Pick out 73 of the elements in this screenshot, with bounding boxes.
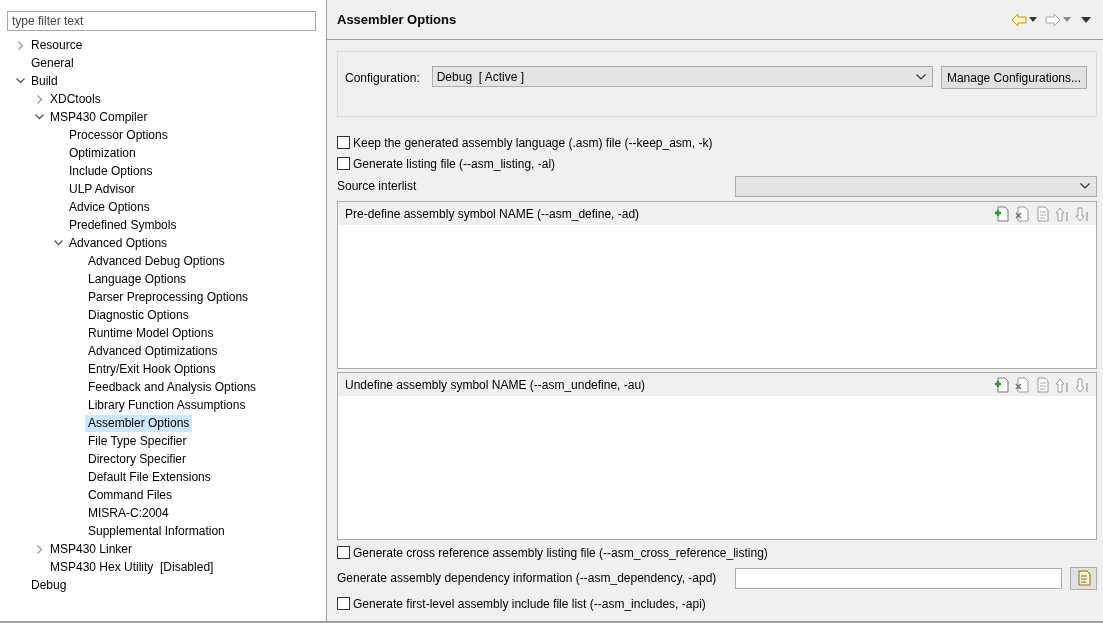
tree-item[interactable]: Parser Preprocessing Options <box>85 288 252 306</box>
tree-item[interactable]: Supplemental Information <box>85 522 228 540</box>
dropdown-triangle-icon[interactable] <box>1029 17 1037 22</box>
tree-item[interactable]: MSP430 Hex Utility [Disabled] <box>47 558 217 576</box>
tree-item[interactable]: Assembler Options <box>85 414 193 432</box>
document-icon <box>1075 570 1092 586</box>
checkbox-label: Generate listing file (--asm_listing, -al) <box>353 156 556 171</box>
dropdown-chevron-icon <box>915 73 926 80</box>
source-interlist-dropdown[interactable] <box>735 175 1097 197</box>
tree-item[interactable]: Build <box>28 72 61 90</box>
tree-item[interactable]: Predefined Symbols <box>66 216 180 234</box>
text-field[interactable] <box>735 567 1062 589</box>
checkbox[interactable] <box>337 546 350 559</box>
tree-item[interactable]: Advanced Debug Options <box>85 252 228 270</box>
tree-item[interactable]: Runtime Model Options <box>85 324 217 342</box>
tree-item[interactable]: Debug <box>28 576 70 594</box>
tree-item[interactable]: MSP430 Linker <box>47 540 136 558</box>
page-title: Assembler Options <box>337 12 458 27</box>
tree-item[interactable]: Directory Specifier <box>85 450 190 468</box>
checkbox[interactable] <box>337 597 350 610</box>
tree-item[interactable]: MSP430 Compiler <box>47 108 151 126</box>
tree-item[interactable]: Include Options <box>66 162 156 180</box>
tree-item[interactable]: Advanced Options <box>66 234 171 252</box>
add-item-icon[interactable] <box>994 376 1010 393</box>
collapse-chevron-icon[interactable] <box>35 114 44 120</box>
field-label: Source interlist <box>337 179 417 193</box>
checkbox-label: Generate cross reference assembly listing file (--asm_cross_reference_listing) <box>353 545 768 560</box>
delete-item-icon[interactable] <box>1014 205 1030 222</box>
delete-item-icon[interactable] <box>1014 376 1030 393</box>
list-title: Pre-define assembly symbol NAME (--asm_define, -ad) <box>345 206 640 221</box>
dropdown-chevron-icon <box>1080 183 1090 189</box>
checkbox-label: Generate first-level assembly include file list (--asm_includes, -api) <box>353 596 706 611</box>
tree-item[interactable]: Diagnostic Options <box>85 306 192 324</box>
add-item-icon[interactable] <box>994 205 1010 222</box>
expand-chevron-icon[interactable] <box>17 40 24 50</box>
edit-item-icon[interactable] <box>1034 205 1050 222</box>
tree-item[interactable]: Command Files <box>85 486 176 504</box>
collapse-chevron-icon[interactable] <box>16 78 25 84</box>
tree-item[interactable]: MISRA-C:2004 <box>85 504 172 522</box>
list-title: Undefine assembly symbol NAME (--asm_undefine, -au) <box>345 377 646 392</box>
view-menu-icon[interactable] <box>1081 16 1091 23</box>
field-label: Generate assembly dependency information (--asm_dependency, -apd) <box>337 571 717 585</box>
manage-configurations-button[interactable]: Manage Configurations... <box>940 66 1087 89</box>
move-up-icon[interactable] <box>1054 376 1070 393</box>
tree-item[interactable]: Advice Options <box>66 198 153 216</box>
edit-item-icon[interactable] <box>1034 376 1050 393</box>
move-down-icon[interactable] <box>1074 376 1090 393</box>
filter-field[interactable]: type filter text <box>7 11 316 31</box>
checkbox-label: Keep the generated assembly language (.asm) file (--keep_asm, -k) <box>353 135 713 150</box>
configuration-label: Configuration: <box>345 71 421 85</box>
browse-button[interactable] <box>1070 566 1097 590</box>
tree-item[interactable]: Optimization <box>66 144 139 162</box>
tree-item[interactable]: Feedback and Analysis Options <box>85 378 260 396</box>
move-down-icon[interactable] <box>1074 205 1090 222</box>
expand-chevron-icon[interactable] <box>36 94 43 104</box>
tree-item[interactable]: Processor Options <box>66 126 171 144</box>
configuration-dropdown[interactable]: Debug [ Active ] <box>431 66 933 87</box>
tree-item[interactable]: XDCtools <box>47 90 104 108</box>
tree-item[interactable]: Advanced Optimizations <box>85 342 221 360</box>
move-up-icon[interactable] <box>1054 205 1070 222</box>
tree-item[interactable]: General <box>28 54 77 72</box>
tree-item[interactable]: Resource <box>28 36 86 54</box>
tree-item[interactable]: File Type Specifier <box>85 432 190 450</box>
tree-item[interactable]: Entry/Exit Hook Options <box>85 360 219 378</box>
tree-item[interactable]: Library Function Assumptions <box>85 396 249 414</box>
tree-item[interactable]: ULP Advisor <box>66 180 138 198</box>
tree-item[interactable]: Default File Extensions <box>85 468 214 486</box>
collapse-chevron-icon[interactable] <box>54 240 63 246</box>
expand-chevron-icon[interactable] <box>36 544 43 554</box>
checkbox[interactable] <box>337 157 350 170</box>
forward-arrow-icon[interactable] <box>1045 12 1061 27</box>
tree-item[interactable]: Language Options <box>85 270 190 288</box>
checkbox[interactable] <box>337 136 350 149</box>
